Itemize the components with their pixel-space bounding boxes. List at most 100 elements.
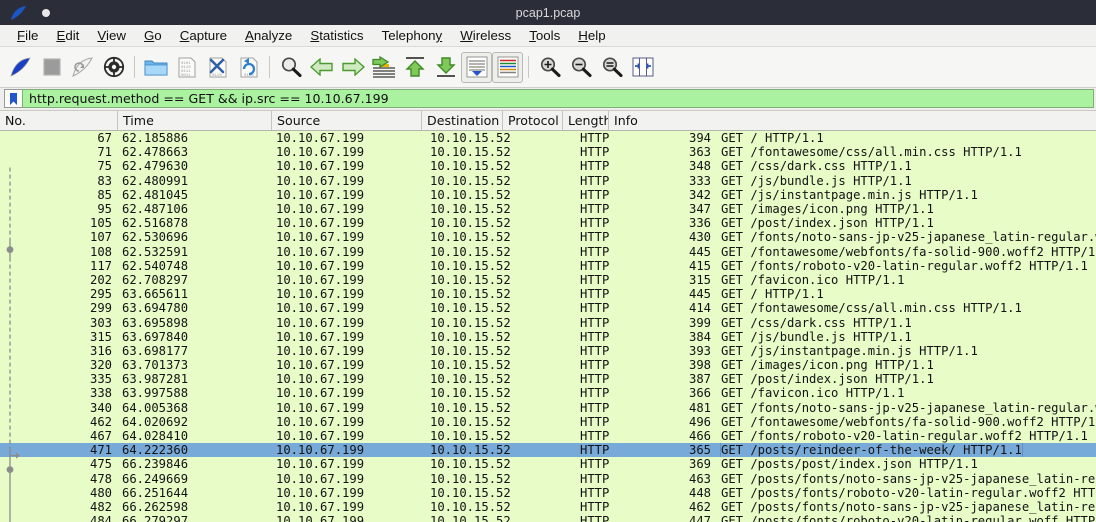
zoom-out-icon[interactable] — [565, 52, 596, 83]
packet-length: 430 — [688, 230, 711, 245]
svg-text:0011: 0011 — [181, 74, 191, 78]
menu-help[interactable]: Help — [569, 27, 614, 44]
column-header-source[interactable]: Source — [272, 111, 422, 130]
resize-columns-icon[interactable] — [627, 52, 658, 83]
menu-wireless[interactable]: Wireless — [451, 27, 520, 44]
table-row[interactable]: 85 62.481045 10.10.67.199 10.10.15.52 HTTP 34… — [0, 188, 1096, 202]
window-dot-icon[interactable] — [42, 8, 50, 17]
packet-info-text: GET /fonts/roboto-v20-latin-regular.woff… — [721, 258, 1088, 273]
go-to-first-icon[interactable] — [399, 52, 430, 83]
menu-file[interactable]: File — [8, 27, 47, 44]
table-row[interactable]: 108 62.532591 10.10.67.199 10.10.15.52 HTTP 4… — [0, 245, 1096, 259]
auto-scroll-icon[interactable] — [461, 51, 492, 83]
table-row[interactable]: 295 63.665611 10.10.67.199 10.10.15.52 HTTP 4… — [0, 287, 1096, 301]
packet-info: GET /posts/post/index.json HTTP/1.1 — [717, 457, 1096, 471]
menu-capture[interactable]: Capture — [171, 27, 236, 44]
packet-protocol: HTTP — [580, 272, 610, 287]
packet-time: 64.005368 — [122, 400, 189, 415]
column-header-length[interactable]: Length — [563, 111, 609, 130]
table-row[interactable]: 316 63.698177 10.10.67.199 10.10.15.52 HTTP 3… — [0, 344, 1096, 358]
menu-telephony[interactable]: Telephony — [373, 27, 452, 44]
table-row[interactable]: 482 66.262598 10.10.67.199 10.10.15.52 HTTP 4… — [0, 500, 1096, 514]
packet-source: 10.10.67.199 — [276, 202, 365, 217]
capture-options-icon[interactable] — [98, 52, 129, 83]
packet-info: GET /js/instantpage.min.js HTTP/1.1 — [717, 188, 1096, 202]
table-row[interactable]: 95 62.487106 10.10.67.199 10.10.15.52 HTTP 34… — [0, 202, 1096, 216]
menu-go[interactable]: Go — [135, 27, 171, 44]
go-to-packet-icon[interactable] — [368, 52, 399, 83]
display-filter-input[interactable]: http.request.method == GET && ip.src == … — [22, 89, 1094, 108]
packet-no: 105 — [89, 216, 112, 231]
column-header-protocol[interactable]: Protocol — [503, 111, 563, 130]
table-row[interactable]: 105 62.516878 10.10.67.199 10.10.15.52 HTTP 3… — [0, 216, 1096, 230]
packet-no: 475 — [89, 457, 112, 472]
table-row[interactable]: 202 62.708297 10.10.67.199 10.10.15.52 HTTP 3… — [0, 273, 1096, 287]
save-file-icon[interactable]: 0101 0110 0111 0011 — [171, 52, 202, 83]
menu-tools[interactable]: Tools — [520, 27, 569, 44]
table-row[interactable]: 117 62.540748 10.10.67.199 10.10.15.52 HTTP 4… — [0, 259, 1096, 273]
column-header-no[interactable]: No. — [0, 111, 118, 130]
menu-edit[interactable]: Edit — [47, 27, 88, 44]
table-row[interactable]: 338 63.997588 10.10.67.199 10.10.15.52 HTTP 3… — [0, 386, 1096, 400]
table-row[interactable]: 480 66.251644 10.10.67.199 10.10.15.52 HTTP 4… — [0, 486, 1096, 500]
menu-analyze[interactable]: Analyze — [236, 27, 301, 44]
table-row[interactable]: 315 63.697840 10.10.67.199 10.10.15.52 HTTP 3… — [0, 330, 1096, 344]
packet-destination: 10.10.15.52 — [430, 457, 511, 472]
open-file-icon[interactable] — [140, 52, 171, 83]
column-header-destination[interactable]: Destination — [422, 111, 503, 130]
packet-info: GET / HTTP/1.1 — [717, 131, 1096, 145]
packet-destination: 10.10.15.52 — [430, 315, 511, 330]
packet-no: 202 — [89, 272, 112, 287]
go-to-last-icon[interactable] — [430, 52, 461, 83]
table-row[interactable]: 83 62.480991 10.10.67.199 10.10.15.52 HTTP 33… — [0, 174, 1096, 188]
toolbar-separator — [528, 56, 529, 78]
packet-protocol: HTTP — [580, 187, 610, 202]
filter-bookmark-icon[interactable] — [4, 89, 22, 108]
table-row[interactable]: 299 63.694780 10.10.67.199 10.10.15.52 HTTP 4… — [0, 301, 1096, 315]
packet-source: 10.10.67.199 — [276, 173, 365, 188]
packet-protocol: HTTP — [580, 301, 610, 316]
column-header-time[interactable]: Time — [118, 111, 272, 130]
table-row[interactable]: 71 62.478663 10.10.67.199 10.10.15.52 HTTP 36… — [0, 145, 1096, 159]
table-row[interactable]: 478 66.249669 10.10.67.199 10.10.15.52 HTTP 4… — [0, 472, 1096, 486]
column-header-info[interactable]: Info — [609, 111, 1096, 130]
reload-file-icon[interactable]: 0110 — [233, 52, 264, 83]
packet-no: 335 — [89, 372, 112, 387]
go-forward-icon[interactable] — [337, 52, 368, 83]
menu-view[interactable]: View — [88, 27, 135, 44]
packet-length: 394 — [688, 131, 711, 146]
menu-statistics[interactable]: Statistics — [301, 27, 372, 44]
packet-info-text: GET /posts/post/index.json HTTP/1.1 — [721, 457, 978, 472]
table-row[interactable]: 462 64.020692 10.10.67.199 10.10.15.52 HTTP 4… — [0, 415, 1096, 429]
table-row[interactable]: 335 63.987281 10.10.67.199 10.10.15.52 HTTP 3… — [0, 372, 1096, 386]
table-row[interactable]: 67 62.185886 10.10.67.199 10.10.15.52 HTTP 39… — [0, 131, 1096, 145]
table-row[interactable]: 107 62.530696 10.10.67.199 10.10.15.52 HTTP 4… — [0, 230, 1096, 244]
zoom-reset-icon[interactable] — [596, 52, 627, 83]
packet-length: 366 — [688, 386, 711, 401]
zoom-in-icon[interactable] — [534, 52, 565, 83]
packet-destination: 10.10.15.52 — [430, 386, 511, 401]
packet-protocol: HTTP — [580, 244, 610, 259]
restart-capture-icon[interactable] — [67, 52, 98, 83]
packet-no: 484 — [89, 514, 112, 522]
table-row[interactable]: 484 66.279297 10.10.67.199 10.10.15.52 HTTP 4… — [0, 514, 1096, 522]
packet-source: 10.10.67.199 — [276, 443, 365, 458]
packet-protocol: HTTP — [580, 202, 610, 217]
table-row[interactable]: 475 66.239846 10.10.67.199 10.10.15.52 HTTP 3… — [0, 457, 1096, 471]
table-row[interactable]: 303 63.695898 10.10.67.199 10.10.15.52 HTTP 3… — [0, 315, 1096, 330]
table-row[interactable]: 340 64.005368 10.10.67.199 10.10.15.52 HTTP 4… — [0, 401, 1096, 415]
packet-no: 467 — [89, 429, 112, 444]
find-packet-icon[interactable] — [275, 52, 306, 83]
packet-time: 64.028410 — [122, 429, 189, 444]
stop-capture-icon[interactable] — [36, 52, 67, 83]
packet-length: 481 — [688, 400, 711, 415]
close-file-icon[interactable]: 0110 — [202, 52, 233, 83]
start-capture-icon[interactable] — [5, 52, 36, 83]
table-row[interactable]: 320 63.701373 10.10.67.199 10.10.15.52 HTTP 3… — [0, 358, 1096, 372]
table-row[interactable]: 75 62.479630 10.10.67.199 10.10.15.52 HTTP 34… — [0, 159, 1096, 173]
table-row[interactable]: 471 64.222360 10.10.67.199 10.10.15.52 HTTP 3… — [0, 443, 1096, 458]
packet-destination: 10.10.15.52 — [430, 187, 511, 202]
go-back-icon[interactable] — [306, 52, 337, 83]
colorize-icon[interactable] — [492, 51, 523, 83]
table-row[interactable]: 467 64.028410 10.10.67.199 10.10.15.52 HTTP 4… — [0, 429, 1096, 443]
